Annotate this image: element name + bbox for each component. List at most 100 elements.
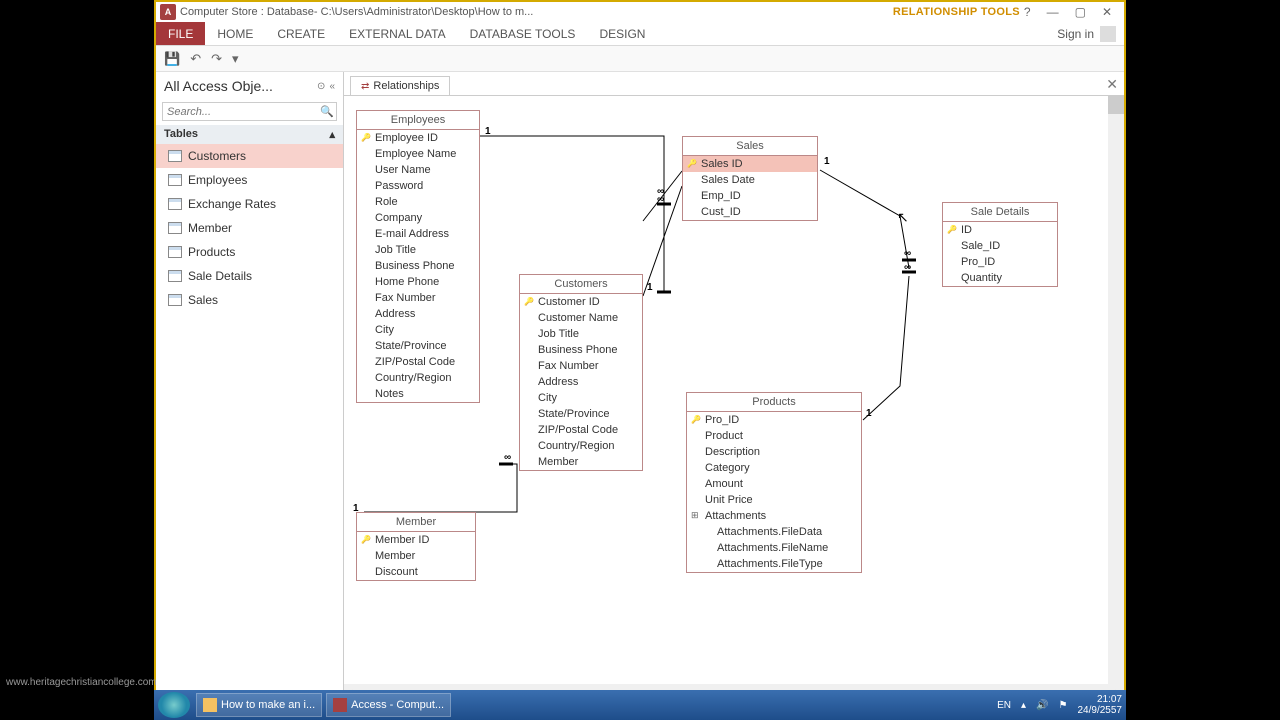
save-icon[interactable]: 💾: [164, 51, 180, 67]
quick-access-toolbar: 💾 ↶ ↷ ▾: [156, 46, 1124, 72]
field[interactable]: Sales ID: [683, 156, 817, 172]
field[interactable]: Address: [520, 374, 642, 390]
employees-entity[interactable]: EmployeesEmployee IDEmployee NameUser Na…: [356, 110, 480, 403]
field[interactable]: Fax Number: [357, 290, 479, 306]
field[interactable]: Role: [357, 194, 479, 210]
start-button[interactable]: [158, 692, 190, 718]
field[interactable]: Employee ID: [357, 130, 479, 146]
field[interactable]: ID: [943, 222, 1057, 238]
field[interactable]: Quantity: [943, 270, 1057, 286]
search-box[interactable]: 🔍: [162, 102, 337, 121]
field[interactable]: City: [357, 322, 479, 338]
field[interactable]: Member: [357, 548, 475, 564]
table-item-sales[interactable]: Sales: [156, 288, 343, 312]
products-entity[interactable]: ProductsPro_IDProductDescriptionCategory…: [686, 392, 862, 573]
field[interactable]: Address: [357, 306, 479, 322]
table-item-member[interactable]: Member: [156, 216, 343, 240]
database-tools-tab[interactable]: DATABASE TOOLS: [458, 22, 588, 45]
clock[interactable]: 21:07 24/9/2557: [1078, 694, 1123, 716]
table-item-sale-details[interactable]: Sale Details: [156, 264, 343, 288]
field[interactable]: Attachments: [687, 508, 861, 524]
minimize-button[interactable]: —: [1043, 5, 1063, 19]
external-data-tab[interactable]: EXTERNAL DATA: [337, 22, 457, 45]
table-icon: [168, 294, 182, 306]
field[interactable]: Attachments.FileName: [687, 540, 861, 556]
field[interactable]: Category: [687, 460, 861, 476]
help-icon[interactable]: ?: [1020, 5, 1035, 19]
qat-more-icon[interactable]: ▾: [232, 51, 239, 67]
vertical-scrollbar[interactable]: [1108, 96, 1124, 684]
field[interactable]: Home Phone: [357, 274, 479, 290]
field[interactable]: Customer Name: [520, 310, 642, 326]
entity-title: Member: [357, 513, 475, 532]
field[interactable]: Sale_ID: [943, 238, 1057, 254]
tables-group-header[interactable]: Tables ▴: [156, 125, 343, 144]
field[interactable]: Country/Region: [357, 370, 479, 386]
sign-in-button[interactable]: Sign in: [1049, 22, 1124, 45]
redo-icon[interactable]: ↷: [211, 51, 222, 67]
field[interactable]: Attachments.FileData: [687, 524, 861, 540]
field[interactable]: Business Phone: [520, 342, 642, 358]
relationships-canvas[interactable]: 1 ∞ 1 ∞ ∞ 1 1 ∞ 1 ∞ EmployeesEmployee ID…: [344, 96, 1124, 684]
field[interactable]: Product: [687, 428, 861, 444]
field[interactable]: Member ID: [357, 532, 475, 548]
field[interactable]: Job Title: [520, 326, 642, 342]
field[interactable]: Job Title: [357, 242, 479, 258]
field[interactable]: Unit Price: [687, 492, 861, 508]
maximize-button[interactable]: ▢: [1071, 5, 1090, 19]
language-indicator[interactable]: EN: [997, 700, 1011, 711]
field[interactable]: Pro_ID: [687, 412, 861, 428]
taskbar-item-explorer[interactable]: How to make an i...: [196, 693, 322, 717]
field[interactable]: Description: [687, 444, 861, 460]
field[interactable]: Attachments.FileType: [687, 556, 861, 572]
field[interactable]: State/Province: [357, 338, 479, 354]
nav-collapse-icon[interactable]: «: [329, 81, 335, 92]
table-item-exchange-rates[interactable]: Exchange Rates: [156, 192, 343, 216]
field[interactable]: City: [520, 390, 642, 406]
field[interactable]: Cust_ID: [683, 204, 817, 220]
close-button[interactable]: ✕: [1098, 5, 1116, 19]
table-item-customers[interactable]: Customers: [156, 144, 343, 168]
field[interactable]: Country/Region: [520, 438, 642, 454]
field[interactable]: State/Province: [520, 406, 642, 422]
relationships-tab[interactable]: ⇄ Relationships: [350, 76, 450, 95]
search-input[interactable]: [163, 104, 314, 120]
field[interactable]: Fax Number: [520, 358, 642, 374]
field[interactable]: Business Phone: [357, 258, 479, 274]
search-icon[interactable]: 🔍: [314, 103, 340, 120]
field[interactable]: Notes: [357, 386, 479, 402]
field[interactable]: Customer ID: [520, 294, 642, 310]
nav-dropdown-icon[interactable]: ⊙: [317, 81, 325, 92]
flag-icon[interactable]: ⚑: [1059, 700, 1068, 711]
undo-icon[interactable]: ↶: [190, 51, 201, 67]
mouse-cursor: ↖: [897, 209, 909, 226]
field[interactable]: ZIP/Postal Code: [357, 354, 479, 370]
volume-icon[interactable]: 🔊: [1036, 700, 1048, 711]
field[interactable]: Company: [357, 210, 479, 226]
customers-entity[interactable]: CustomersCustomer IDCustomer NameJob Tit…: [519, 274, 643, 471]
table-item-products[interactable]: Products: [156, 240, 343, 264]
field[interactable]: Pro_ID: [943, 254, 1057, 270]
field[interactable]: Employee Name: [357, 146, 479, 162]
field[interactable]: Sales Date: [683, 172, 817, 188]
tray-up-icon[interactable]: ▴: [1021, 700, 1026, 711]
table-item-employees[interactable]: Employees: [156, 168, 343, 192]
field[interactable]: Discount: [357, 564, 475, 580]
field[interactable]: Emp_ID: [683, 188, 817, 204]
field[interactable]: E-mail Address: [357, 226, 479, 242]
create-tab[interactable]: CREATE: [265, 22, 337, 45]
field[interactable]: User Name: [357, 162, 479, 178]
nav-title[interactable]: All Access Obje...: [164, 78, 273, 94]
field[interactable]: ZIP/Postal Code: [520, 422, 642, 438]
file-tab[interactable]: FILE: [156, 22, 205, 45]
member-entity[interactable]: MemberMember IDMemberDiscount: [356, 512, 476, 581]
field[interactable]: Password: [357, 178, 479, 194]
field[interactable]: Amount: [687, 476, 861, 492]
close-tab-icon[interactable]: ✕: [1106, 76, 1118, 93]
sales-entity[interactable]: SalesSales IDSales DateEmp_IDCust_ID: [682, 136, 818, 221]
taskbar-item-access[interactable]: Access - Comput...: [326, 693, 451, 717]
design-tab[interactable]: DESIGN: [587, 22, 657, 45]
sale-details-entity[interactable]: Sale DetailsIDSale_IDPro_IDQuantity: [942, 202, 1058, 287]
field[interactable]: Member: [520, 454, 642, 470]
home-tab[interactable]: HOME: [205, 22, 265, 45]
